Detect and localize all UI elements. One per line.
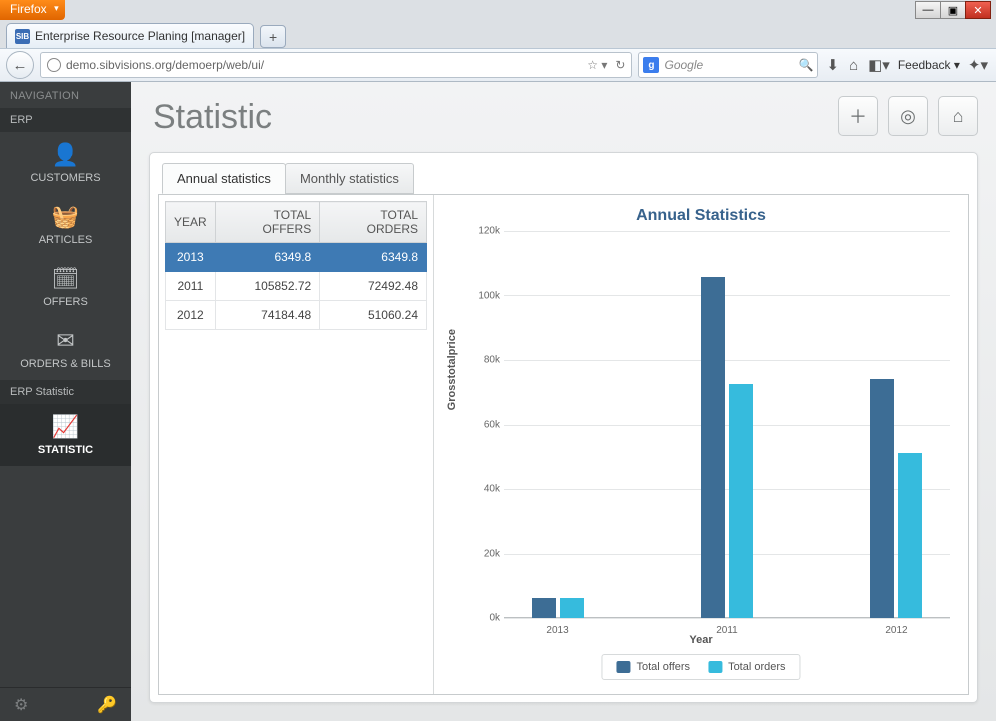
table-row[interactable]: 2011105852.7272492.48 — [166, 272, 427, 301]
statistics-table: YEAR TOTAL OFFERS TOTAL ORDERS 20136349.… — [165, 201, 427, 330]
search-engine-icon: g — [643, 57, 659, 73]
back-button[interactable]: ← — [6, 51, 34, 79]
chart-bar — [898, 453, 922, 618]
sidebar-item-orders-bills[interactable]: ✉ORDERS & BILLS — [0, 318, 131, 380]
customers-icon: 👤 — [4, 142, 127, 168]
window-close-button[interactable]: ✕ — [965, 1, 991, 19]
table-row[interactable]: 20136349.86349.8 — [166, 243, 427, 272]
statistic-icon: 📈 — [4, 414, 127, 440]
window-minimize-button[interactable]: — — [915, 1, 941, 19]
sidebar: NAVIGATION ERP 👤CUSTOMERS 🧺ARTICLES 🗓OFF… — [0, 82, 131, 721]
sidebar-item-offers[interactable]: 🗓OFFERS — [0, 256, 131, 318]
search-box[interactable]: g Google 🔍 — [638, 52, 818, 78]
annual-statistics-chart: Annual Statistics Grosstotalprice 0k20k4… — [434, 195, 968, 694]
nav-header: NAVIGATION — [0, 82, 131, 108]
globe-icon — [47, 58, 61, 72]
action-add-button[interactable]: ＋ — [838, 96, 878, 136]
chart-bar — [729, 384, 753, 618]
chart-bar — [532, 598, 556, 618]
legend-swatch-offers — [616, 661, 630, 673]
action-refresh-button[interactable]: ◎ — [888, 96, 928, 136]
home-icon[interactable]: ⌂ — [847, 57, 860, 74]
chart-bar — [560, 598, 584, 618]
key-icon[interactable]: 🔑 — [97, 695, 117, 715]
table-row[interactable]: 201274184.4851060.24 — [166, 301, 427, 330]
sidebar-item-articles[interactable]: 🧺ARTICLES — [0, 194, 131, 256]
downloads-icon[interactable]: ⬇ — [824, 56, 841, 74]
sidebar-group-erp[interactable]: ERP — [0, 108, 131, 132]
feedback-button[interactable]: Feedback ▾ — [898, 58, 960, 72]
chart-xlabel: Year — [689, 634, 712, 646]
tab-monthly-statistics[interactable]: Monthly statistics — [285, 163, 414, 194]
search-placeholder: Google — [664, 58, 703, 72]
chart-xtick: 2011 — [716, 625, 738, 636]
chart-bar — [701, 277, 725, 618]
col-total-offers[interactable]: TOTAL OFFERS — [215, 202, 320, 243]
content-panel: Annual statistics Monthly statistics YEA… — [149, 152, 978, 703]
col-total-orders[interactable]: TOTAL ORDERS — [320, 202, 427, 243]
offers-icon: 🗓 — [4, 266, 127, 292]
chart-xtick: 2012 — [885, 625, 907, 636]
new-tab-button[interactable]: + — [260, 25, 286, 48]
browser-tab[interactable]: SIB Enterprise Resource Planing [manager… — [6, 23, 254, 48]
reload-icon[interactable]: ↻ — [615, 58, 625, 72]
sidebar-item-statistic[interactable]: 📈STATISTIC — [0, 404, 131, 466]
articles-icon: 🧺 — [4, 204, 127, 230]
action-home-button[interactable]: ⌂ — [938, 96, 978, 136]
chart-ylabel: Grosstotalprice — [446, 329, 458, 410]
sidebar-group-erp-statistic[interactable]: ERP Statistic — [0, 380, 131, 404]
tab-annual-statistics[interactable]: Annual statistics — [162, 163, 286, 194]
col-year[interactable]: YEAR — [166, 202, 216, 243]
url-text: demo.sibvisions.org/demoerp/web/ui/ — [66, 58, 264, 72]
chart-legend: Total offers Total orders — [601, 654, 800, 680]
settings-gear-icon[interactable]: ⚙ — [14, 695, 28, 715]
bookmarks-menu-icon[interactable]: ◧▾ — [866, 56, 892, 74]
chart-xtick: 2013 — [546, 625, 568, 636]
addon-icon[interactable]: ✦▾ — [966, 56, 990, 74]
bookmark-star-icon[interactable]: ☆ ▾ — [587, 58, 607, 72]
chart-bar — [870, 379, 894, 618]
firefox-app-button[interactable]: Firefox — [0, 0, 65, 20]
search-icon[interactable]: 🔍 — [799, 58, 814, 72]
chart-title: Annual Statistics — [442, 207, 960, 225]
window-maximize-button[interactable]: ▣ — [940, 1, 966, 19]
orders-icon: ✉ — [4, 328, 127, 354]
legend-swatch-orders — [708, 661, 722, 673]
tab-title: Enterprise Resource Planing [manager] — [35, 29, 245, 43]
tab-favicon: SIB — [15, 29, 30, 44]
url-bar[interactable]: demo.sibvisions.org/demoerp/web/ui/ ☆ ▾ ↻ — [40, 52, 632, 78]
sidebar-item-customers[interactable]: 👤CUSTOMERS — [0, 132, 131, 194]
